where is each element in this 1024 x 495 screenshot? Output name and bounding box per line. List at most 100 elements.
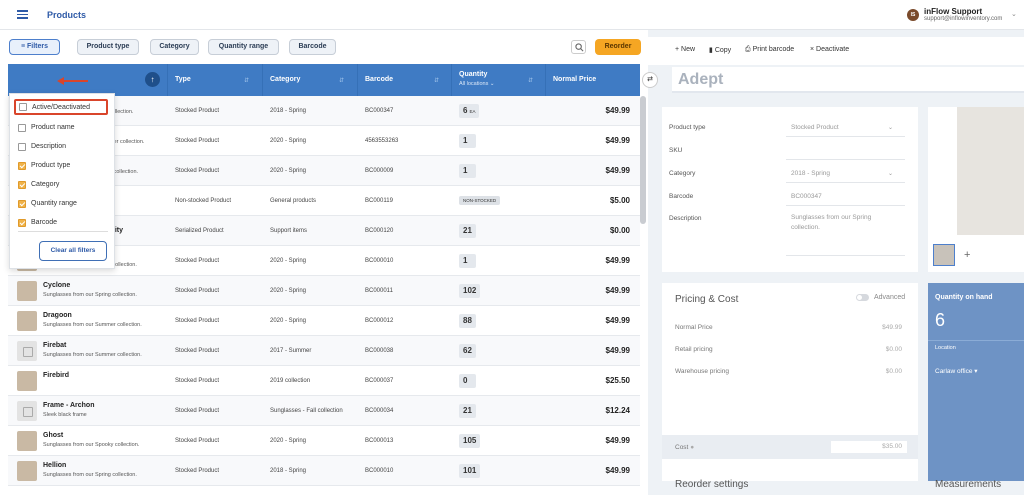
category-cell: 2018 - Spring bbox=[270, 108, 307, 114]
user-name[interactable]: inFlow Support bbox=[924, 7, 982, 16]
clear-all-filters-button[interactable]: Clear all filters bbox=[39, 241, 107, 261]
filters-button[interactable]: ≡ Filters bbox=[9, 39, 60, 55]
user-email: support@inflowinventory.com bbox=[924, 16, 1003, 22]
quantity-badge: 1 bbox=[459, 164, 476, 178]
category-cell: 2020 - Spring bbox=[270, 168, 307, 174]
description-textarea[interactable]: Sunglasses from our Spring collection. bbox=[791, 213, 901, 233]
product-type-cell: Stocked Product bbox=[175, 348, 220, 354]
filter-option-active-deactivated[interactable]: Active/Deactivated bbox=[14, 99, 108, 115]
sort-icon[interactable]: ⇵ bbox=[528, 77, 533, 84]
category-label: Category bbox=[669, 170, 696, 177]
table-row[interactable]: Frame - Archon Sleek black frame Stocked P… bbox=[8, 396, 640, 426]
new-button[interactable]: + New bbox=[675, 46, 695, 53]
column-header-quantity[interactable]: Quantity bbox=[459, 64, 487, 96]
category-cell: 2017 - Summer bbox=[270, 348, 312, 354]
product-name: Firebird bbox=[43, 372, 70, 379]
sort-up-icon[interactable]: ↑ bbox=[145, 72, 160, 87]
checkbox[interactable] bbox=[18, 143, 26, 151]
filters-dropdown: Clear all filters Active/Deactivated Prod… bbox=[9, 93, 115, 269]
copy-button[interactable]: ▮ Copy bbox=[709, 46, 731, 54]
checkbox[interactable] bbox=[19, 103, 27, 111]
product-image-thumbnail[interactable] bbox=[933, 244, 955, 266]
reorder-button[interactable]: Reorder bbox=[595, 39, 641, 55]
product-type-cell: Stocked Product bbox=[175, 108, 220, 114]
quantity-badge: NON-STOCKED bbox=[459, 196, 501, 205]
product-image[interactable] bbox=[957, 107, 1024, 235]
table-row[interactable]: Hellion Sunglasses from our Spring collec… bbox=[8, 456, 640, 486]
normal-price-input[interactable]: $49.99 bbox=[831, 322, 907, 334]
product-name: Firebat bbox=[43, 342, 67, 349]
collapse-icon[interactable]: ⇄ bbox=[642, 72, 658, 88]
normal-price-cell: $12.24 bbox=[605, 406, 630, 415]
copy-icon: ▮ bbox=[709, 47, 713, 54]
category-cell: 2019 collection bbox=[270, 378, 311, 384]
chevron-down-icon[interactable]: ⌄ bbox=[1011, 10, 1017, 18]
hamburger-icon[interactable] bbox=[17, 10, 28, 19]
product-type-select[interactable]: Stocked Product bbox=[791, 124, 839, 131]
column-header-normal-price[interactable]: Normal Price bbox=[553, 64, 596, 96]
product-type-cell: Stocked Product bbox=[175, 168, 220, 174]
barcode-input[interactable]: BC000347 bbox=[791, 193, 822, 200]
filter-chip-quantity-range[interactable]: Quantity range bbox=[208, 39, 279, 55]
chevron-down-icon[interactable]: ⌄ bbox=[888, 170, 893, 177]
category-cell: 2020 - Spring bbox=[270, 138, 307, 144]
product-thumbnail bbox=[17, 431, 37, 451]
barcode-cell: BC000037 bbox=[365, 378, 394, 384]
product-name: Dragoon bbox=[43, 312, 72, 319]
column-header-barcode[interactable]: Barcode bbox=[365, 64, 393, 96]
table-row[interactable]: Firebat Sunglasses from our Summer collec… bbox=[8, 336, 640, 366]
category-cell: 2020 - Spring bbox=[270, 288, 307, 294]
sort-icon[interactable]: ⇵ bbox=[244, 77, 249, 84]
product-detail-panel: + New ▮ Copy ⎙ Print barcode × Deactivat… bbox=[642, 30, 1024, 495]
measurements-title: Measurements bbox=[935, 479, 1002, 490]
location-select[interactable]: Carlaw office ▾ bbox=[935, 367, 978, 375]
quantity-badge: 6 EA bbox=[459, 104, 480, 118]
checkbox[interactable] bbox=[18, 124, 26, 132]
product-type-cell: Stocked Product bbox=[175, 138, 220, 144]
table-row[interactable]: Firebird Stocked Product 2019 collection BC… bbox=[8, 366, 640, 396]
avatar[interactable]: IS bbox=[907, 9, 919, 21]
cost-input[interactable]: $35.00 bbox=[831, 441, 907, 453]
warehouse-pricing-input[interactable]: $0.00 bbox=[831, 366, 907, 378]
product-name: Ghost bbox=[43, 432, 64, 439]
table-row[interactable]: Cyclone Sunglasses from our Spring collec… bbox=[8, 276, 640, 306]
table-row[interactable]: Ghost Sunglasses from our Spooky collecti… bbox=[8, 426, 640, 456]
print-barcode-button[interactable]: ⎙ Print barcode bbox=[745, 46, 794, 54]
sort-icon[interactable]: ⇵ bbox=[339, 77, 344, 84]
checkbox[interactable] bbox=[18, 162, 26, 170]
checkbox[interactable] bbox=[18, 181, 26, 189]
chevron-down-icon[interactable]: ⌄ bbox=[888, 124, 893, 131]
product-thumbnail bbox=[17, 371, 37, 391]
deactivate-button[interactable]: × Deactivate bbox=[810, 46, 849, 53]
barcode-cell: BC000009 bbox=[365, 168, 394, 174]
sku-input[interactable] bbox=[786, 159, 905, 160]
quantity-location-select[interactable]: All locations ⌄ bbox=[459, 81, 495, 87]
column-header-category[interactable]: Category bbox=[270, 64, 300, 96]
search-button[interactable] bbox=[571, 40, 586, 54]
product-list-panel: ≡ Filters Product type Category Quantity… bbox=[0, 30, 648, 495]
product-images-card: + bbox=[928, 107, 1024, 272]
scrollbar[interactable] bbox=[640, 96, 646, 224]
checkbox[interactable] bbox=[18, 219, 26, 227]
filter-chip-barcode[interactable]: Barcode bbox=[289, 39, 336, 55]
category-select[interactable]: 2018 - Spring bbox=[791, 170, 830, 177]
normal-price-cell: $49.99 bbox=[605, 136, 630, 145]
product-type-cell: Stocked Product bbox=[175, 438, 220, 444]
product-name-field[interactable]: Adept bbox=[672, 67, 1024, 93]
column-header-type[interactable]: Type bbox=[175, 64, 191, 96]
sort-icon[interactable]: ⇵ bbox=[434, 77, 439, 84]
product-type-cell: Stocked Product bbox=[175, 468, 220, 474]
advanced-toggle[interactable] bbox=[856, 294, 869, 301]
checkbox[interactable] bbox=[18, 200, 26, 208]
filter-chip-product-type[interactable]: Product type bbox=[77, 39, 139, 55]
table-row[interactable]: Dragoon Sunglasses from our Summer collec… bbox=[8, 306, 640, 336]
add-icon[interactable]: + bbox=[964, 249, 970, 261]
retail-pricing-input[interactable]: $0.00 bbox=[831, 344, 907, 356]
category-cell: General products bbox=[270, 198, 317, 204]
product-description: Sleek black frame bbox=[43, 412, 87, 418]
barcode-cell: BC000347 bbox=[365, 108, 394, 114]
product-description: Sunglasses from our Spring collection. bbox=[43, 472, 137, 478]
barcode-cell: BC000119 bbox=[365, 198, 393, 204]
category-cell: 2020 - Spring bbox=[270, 318, 307, 324]
filter-chip-category[interactable]: Category bbox=[150, 39, 199, 55]
